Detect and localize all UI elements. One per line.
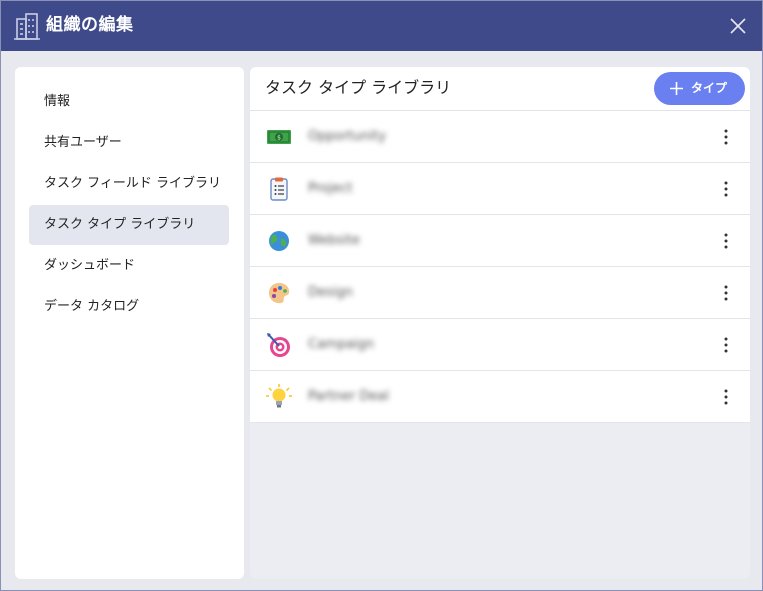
more-options-icon[interactable] (716, 229, 736, 253)
globe-icon (269, 231, 289, 251)
task-type-name: Opportunity (308, 129, 387, 144)
add-type-button[interactable]: タイプ (654, 72, 745, 105)
task-type-row[interactable]: Design (250, 267, 750, 319)
title-bar: 組織の編集 (1, 1, 762, 51)
page-title: タスク タイプ ライブラリ (265, 78, 452, 97)
task-type-name: Project (308, 181, 353, 196)
more-options-icon[interactable] (716, 125, 736, 149)
sidebar-item-data-catalog[interactable]: データ カタログ (29, 287, 229, 327)
dialog-title: 組織の編集 (46, 15, 134, 35)
palette-icon (269, 283, 290, 304)
task-type-name: Website (308, 233, 360, 248)
task-type-row[interactable]: Website (250, 215, 750, 267)
sidebar-item-label: 情報 (44, 94, 71, 109)
money-icon: $ (267, 130, 291, 144)
edit-organization-dialog: 組織の編集 情報 共有ユーザー タスク フィールド ライブラリ タスク タイプ … (0, 0, 763, 591)
task-type-row[interactable]: $ Opportunity (250, 111, 750, 163)
sidebar-item-label: タスク タイプ ライブラリ (44, 217, 196, 232)
svg-text:$: $ (277, 135, 281, 142)
building-icon (14, 13, 40, 40)
task-type-name: Partner Deal (308, 389, 389, 404)
task-type-row[interactable]: Partner Deal (250, 371, 750, 423)
task-type-name: Campaign (308, 337, 375, 352)
more-options-icon[interactable] (716, 281, 736, 305)
sidebar-item-label: 共有ユーザー (44, 135, 122, 150)
task-type-library-panel: タスク タイプ ライブラリ タイプ $ Opportunity Project … (250, 67, 750, 579)
sidebar-item-label: タスク フィールド ライブラリ (44, 176, 222, 191)
sidebar-item-shared-users[interactable]: 共有ユーザー (29, 123, 229, 163)
target-icon (267, 333, 290, 357)
settings-sidebar: 情報 共有ユーザー タスク フィールド ライブラリ タスク タイプ ライブラリ … (15, 67, 244, 579)
plus-icon (670, 82, 683, 95)
sidebar-item-label: データ カタログ (44, 299, 140, 314)
panel-header: タスク タイプ ライブラリ タイプ (250, 67, 750, 111)
more-options-icon[interactable] (716, 177, 736, 201)
task-type-row[interactable]: Project (250, 163, 750, 215)
more-options-icon[interactable] (716, 333, 736, 357)
sidebar-item-label: ダッシュボード (44, 258, 136, 273)
more-options-icon[interactable] (716, 385, 736, 409)
add-type-label: タイプ (691, 81, 728, 95)
close-icon[interactable] (725, 13, 751, 39)
lightbulb-icon (266, 384, 292, 408)
sidebar-item-info[interactable]: 情報 (29, 82, 229, 122)
task-type-name: Design (308, 285, 353, 300)
task-type-row[interactable]: Campaign (250, 319, 750, 371)
sidebar-item-task-field-library[interactable]: タスク フィールド ライブラリ (29, 164, 229, 204)
clipboard-icon (270, 177, 288, 201)
sidebar-item-task-type-library[interactable]: タスク タイプ ライブラリ (29, 205, 229, 245)
sidebar-item-dashboard[interactable]: ダッシュボード (29, 246, 229, 286)
